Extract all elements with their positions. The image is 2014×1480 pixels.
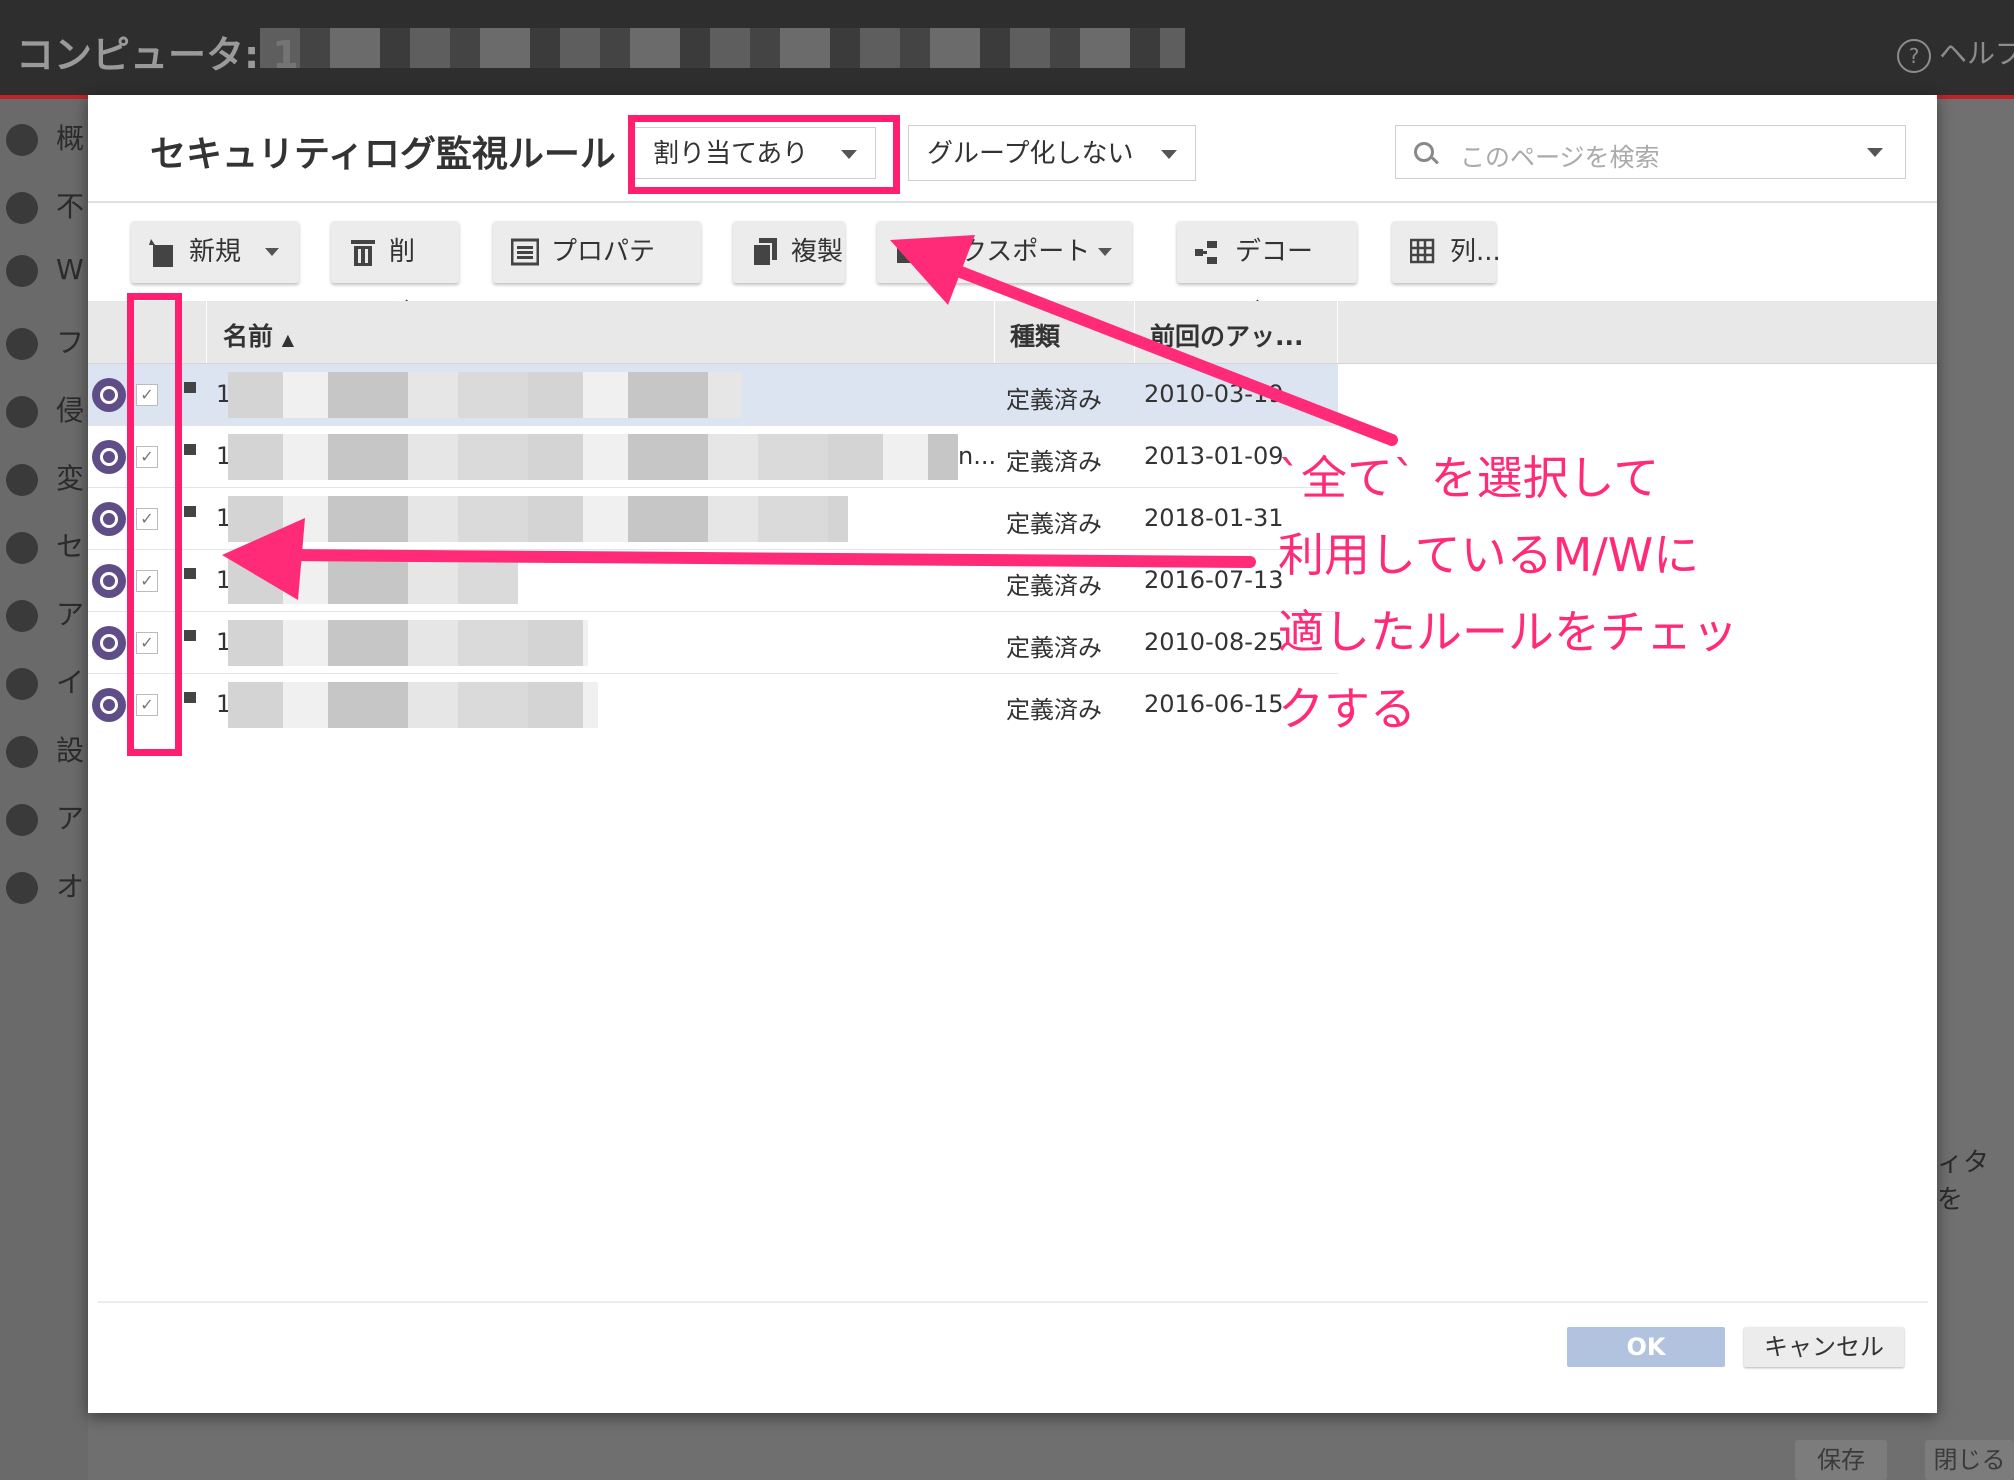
annotation-line: `全て` を選択して xyxy=(1278,451,1660,505)
annotation-text: `全て` を選択して 利用しているM/Wに 適したルールをチェッ クする xyxy=(1278,440,1738,748)
annotation-line: クする xyxy=(1278,682,1416,736)
arrow-head-icon xyxy=(222,518,305,600)
arrow-to-toolbar xyxy=(929,256,1398,446)
annotation-line: 適したルールをチェッ xyxy=(1278,605,1738,659)
arrow-to-checkboxes xyxy=(279,549,1256,568)
annotation-line: 利用しているM/Wに xyxy=(1278,528,1700,582)
